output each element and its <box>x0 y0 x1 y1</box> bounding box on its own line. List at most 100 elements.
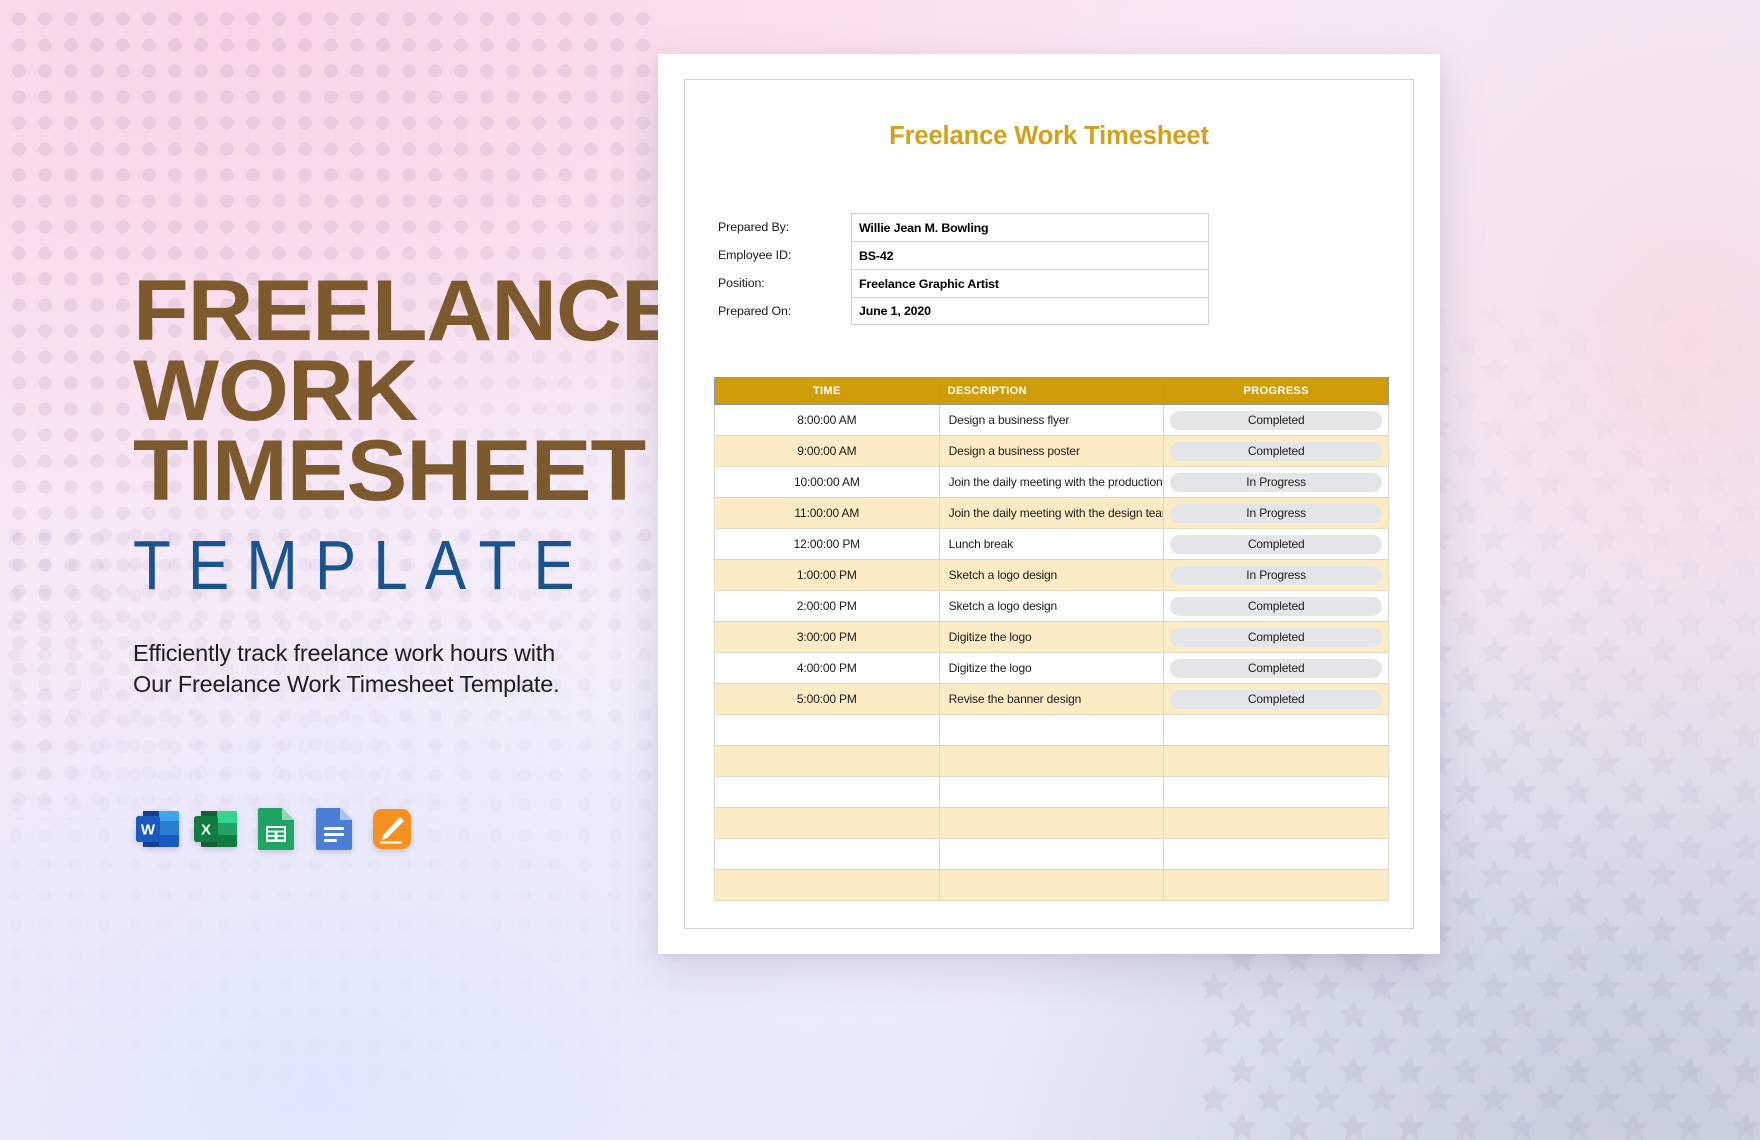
cell-progress[interactable]: Completed <box>1163 435 1389 467</box>
info-value-position[interactable]: Freelance Graphic Artist <box>851 269 1209 297</box>
status-badge[interactable]: Completed <box>1170 441 1382 461</box>
cell-description[interactable]: Design a business flyer <box>938 404 1165 436</box>
cell-time[interactable]: 4:00:00 PM <box>714 652 940 684</box>
page-title: Freelance Work Timesheet <box>889 122 1209 150</box>
column-header-time[interactable]: TIME <box>714 377 940 405</box>
cell-time[interactable]: 9:00:00 AM <box>714 435 940 467</box>
table-row[interactable] <box>714 869 1389 901</box>
table-row[interactable]: 4:00:00 PM Digitize the logo Completed <box>714 652 1389 684</box>
cell-description[interactable]: Revise the banner design <box>938 683 1165 715</box>
branding-block: FREELANCE WORK TIMESHEET TEMPLATE <box>133 268 682 601</box>
table-row[interactable]: 11:00:00 AM Join the daily meeting with t… <box>714 497 1389 529</box>
cell-progress[interactable]: In Progress <box>1163 497 1389 529</box>
status-badge[interactable]: Completed <box>1170 534 1382 554</box>
cell-description[interactable]: Sketch a logo design <box>938 590 1165 622</box>
cell-progress[interactable]: In Progress <box>1163 466 1389 498</box>
cell-time[interactable] <box>714 869 940 901</box>
table-row[interactable]: 5:00:00 PM Revise the banner design Comple… <box>714 683 1389 715</box>
cell-progress[interactable]: Completed <box>1163 652 1389 684</box>
cell-description[interactable]: Digitize the logo <box>938 621 1165 653</box>
cell-description[interactable] <box>938 776 1165 808</box>
cell-description[interactable]: Design a business poster <box>938 435 1165 467</box>
cell-time[interactable] <box>714 745 940 777</box>
microsoft-excel-icon[interactable]: X <box>191 803 243 855</box>
status-badge[interactable]: Completed <box>1170 596 1382 616</box>
status-badge[interactable]: Completed <box>1170 627 1382 647</box>
cell-description[interactable]: Join the daily meeting with the design t… <box>938 497 1165 529</box>
cell-progress[interactable]: Completed <box>1163 404 1389 436</box>
info-value-prepared-on[interactable]: June 1, 2020 <box>851 297 1209 325</box>
cell-time[interactable]: 1:00:00 PM <box>714 559 940 591</box>
cell-progress[interactable]: In Progress <box>1163 559 1389 591</box>
table-row[interactable] <box>714 838 1389 870</box>
cell-time[interactable]: 10:00:00 AM <box>714 466 940 498</box>
cell-time[interactable] <box>714 838 940 870</box>
cell-progress[interactable]: Completed <box>1163 528 1389 560</box>
cell-time[interactable]: 2:00:00 PM <box>714 590 940 622</box>
cell-progress[interactable] <box>1163 838 1389 870</box>
cell-time[interactable]: 3:00:00 PM <box>714 621 940 653</box>
table-row[interactable] <box>714 745 1389 777</box>
cell-time[interactable]: 5:00:00 PM <box>714 683 940 715</box>
table-row[interactable]: 12:00:00 PM Lunch break Completed <box>714 528 1389 560</box>
google-sheets-icon[interactable] <box>249 803 301 855</box>
info-label-prepared-by: Prepared By: <box>718 220 790 234</box>
info-label-position: Position: <box>718 276 765 290</box>
prepared-info-block: Prepared By: Willie Jean M. Bowling Empl… <box>718 213 1385 325</box>
cell-description[interactable] <box>938 869 1165 901</box>
brand-title-line-1: FREELANCE <box>133 263 682 359</box>
microsoft-word-icon[interactable]: W <box>133 803 185 855</box>
cell-time[interactable]: 8:00:00 AM <box>714 404 940 436</box>
status-badge[interactable]: In Progress <box>1170 503 1382 523</box>
cell-description[interactable]: Digitize the logo <box>938 652 1165 684</box>
status-badge[interactable]: Completed <box>1170 658 1382 678</box>
table-row[interactable]: 8:00:00 AM Design a business flyer Complet… <box>714 404 1389 436</box>
cell-description[interactable] <box>938 838 1165 870</box>
cell-time[interactable] <box>714 807 940 839</box>
cell-description[interactable] <box>938 807 1165 839</box>
status-badge-empty <box>1170 845 1382 864</box>
cell-description[interactable] <box>938 714 1165 746</box>
google-docs-icon[interactable] <box>307 803 359 855</box>
status-badge[interactable]: In Progress <box>1170 565 1382 585</box>
table-row[interactable]: 10:00:00 AM Join the daily meeting with t… <box>714 466 1389 498</box>
tagline: Efficiently track freelance work hours w… <box>133 638 633 701</box>
cell-progress[interactable]: Completed <box>1163 683 1389 715</box>
cell-progress[interactable] <box>1163 869 1389 901</box>
cell-progress[interactable] <box>1163 745 1389 777</box>
cell-description[interactable]: Lunch break <box>938 528 1165 560</box>
cell-time[interactable] <box>714 776 940 808</box>
cell-progress[interactable] <box>1163 776 1389 808</box>
table-row[interactable] <box>714 714 1389 746</box>
cell-progress[interactable]: Completed <box>1163 590 1389 622</box>
status-badge[interactable]: In Progress <box>1170 472 1382 492</box>
cell-progress[interactable]: Completed <box>1163 621 1389 653</box>
cell-time[interactable]: 12:00:00 PM <box>714 528 940 560</box>
status-badge-empty <box>1170 752 1382 771</box>
status-badge-empty <box>1170 783 1382 802</box>
document-page-frame: Freelance Work Timesheet Prepared By: Wi… <box>684 79 1414 929</box>
info-value-prepared-by[interactable]: Willie Jean M. Bowling <box>851 213 1209 241</box>
table-row[interactable]: 9:00:00 AM Design a business poster Comple… <box>714 435 1389 467</box>
status-badge[interactable]: Completed <box>1170 410 1382 430</box>
table-row[interactable]: 3:00:00 PM Digitize the logo Completed <box>714 621 1389 653</box>
status-badge[interactable]: Completed <box>1170 689 1382 709</box>
cell-progress[interactable] <box>1163 714 1389 746</box>
cell-description[interactable] <box>938 745 1165 777</box>
info-value-employee-id[interactable]: BS-42 <box>851 241 1209 269</box>
cell-description[interactable]: Join the daily meeting with the producti… <box>938 466 1165 498</box>
cell-time[interactable] <box>714 714 940 746</box>
apple-pages-icon[interactable] <box>365 803 417 855</box>
info-row-position: Position: Freelance Graphic Artist <box>718 269 1385 297</box>
tagline-line-1: Efficiently track freelance work hours w… <box>133 640 555 666</box>
table-row[interactable]: 2:00:00 PM Sketch a logo design Completed <box>714 590 1389 622</box>
cell-progress[interactable] <box>1163 807 1389 839</box>
column-header-progress[interactable]: PROGRESS <box>1163 377 1389 405</box>
table-row[interactable]: 1:00:00 PM Sketch a logo design In Progres… <box>714 559 1389 591</box>
table-row[interactable] <box>714 776 1389 808</box>
column-header-description[interactable]: DESCRIPTION <box>938 377 1165 405</box>
brand-template-word: TEMPLATE <box>133 527 592 605</box>
cell-description[interactable]: Sketch a logo design <box>938 559 1165 591</box>
cell-time[interactable]: 11:00:00 AM <box>714 497 940 529</box>
table-row[interactable] <box>714 807 1389 839</box>
